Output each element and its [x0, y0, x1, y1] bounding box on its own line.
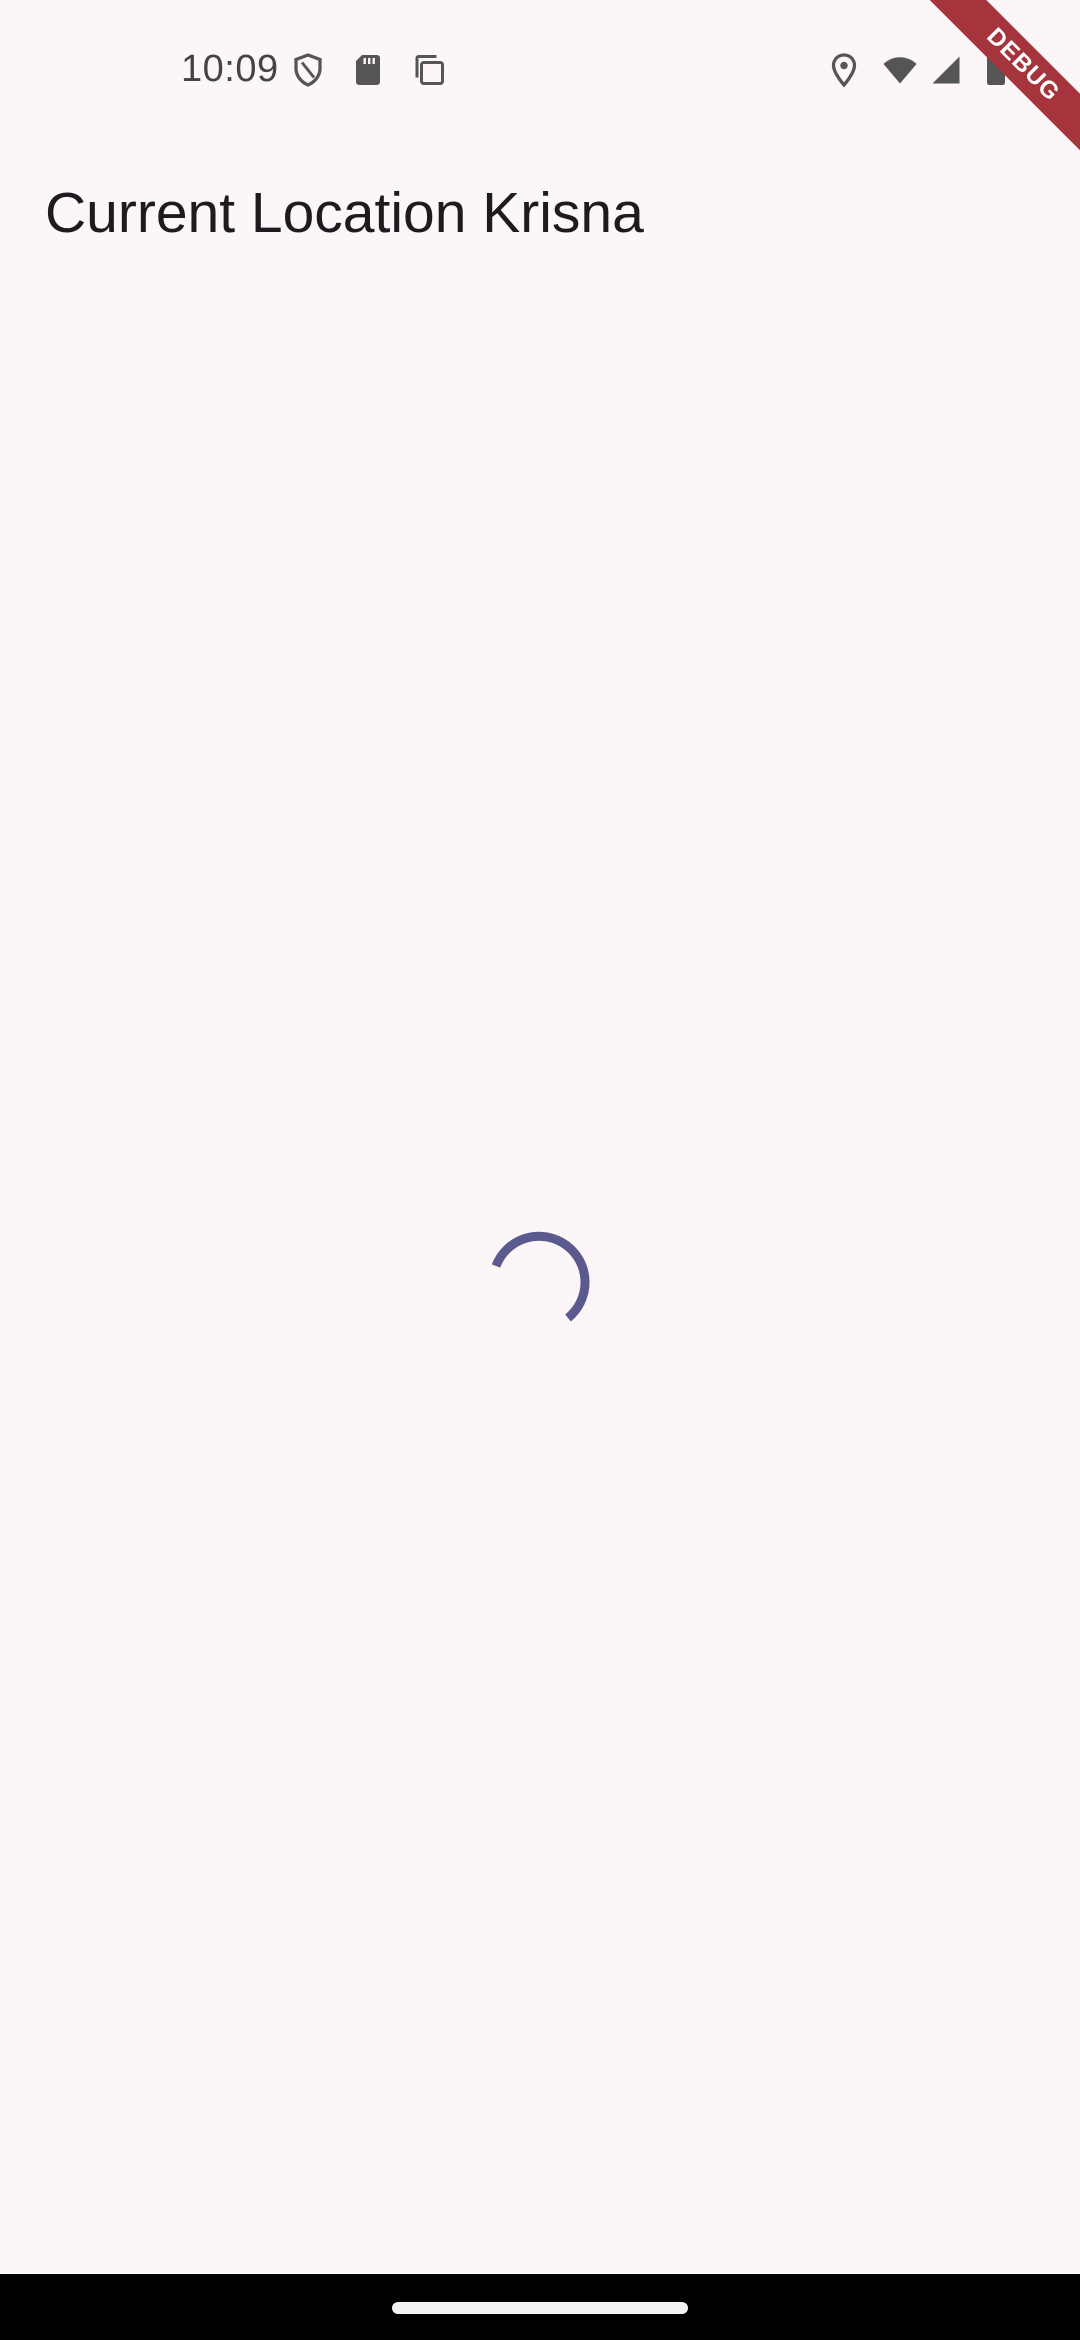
app-bar: Current Location Krisna: [0, 140, 1080, 280]
page-title: Current Location Krisna: [45, 181, 644, 245]
app-screen: 10:09 DEBUG Current Location Krisna: [0, 0, 1080, 2340]
home-gesture-handle[interactable]: [392, 2302, 688, 2314]
location-pin-icon: [831, 53, 857, 88]
status-bar: 10:09: [0, 0, 1080, 140]
progress-spinner-icon: [491, 1231, 590, 1322]
sd-card-icon: [356, 55, 380, 85]
debug-banner: DEBUG: [920, 0, 1080, 160]
wifi-icon: [883, 57, 917, 84]
shield-icon: [294, 53, 322, 87]
status-time: 10:09: [181, 48, 279, 90]
copy-icon: [415, 55, 444, 85]
debug-ribbon-label: DEBUG: [927, 0, 1080, 160]
navigation-bar: [0, 2274, 1080, 2340]
